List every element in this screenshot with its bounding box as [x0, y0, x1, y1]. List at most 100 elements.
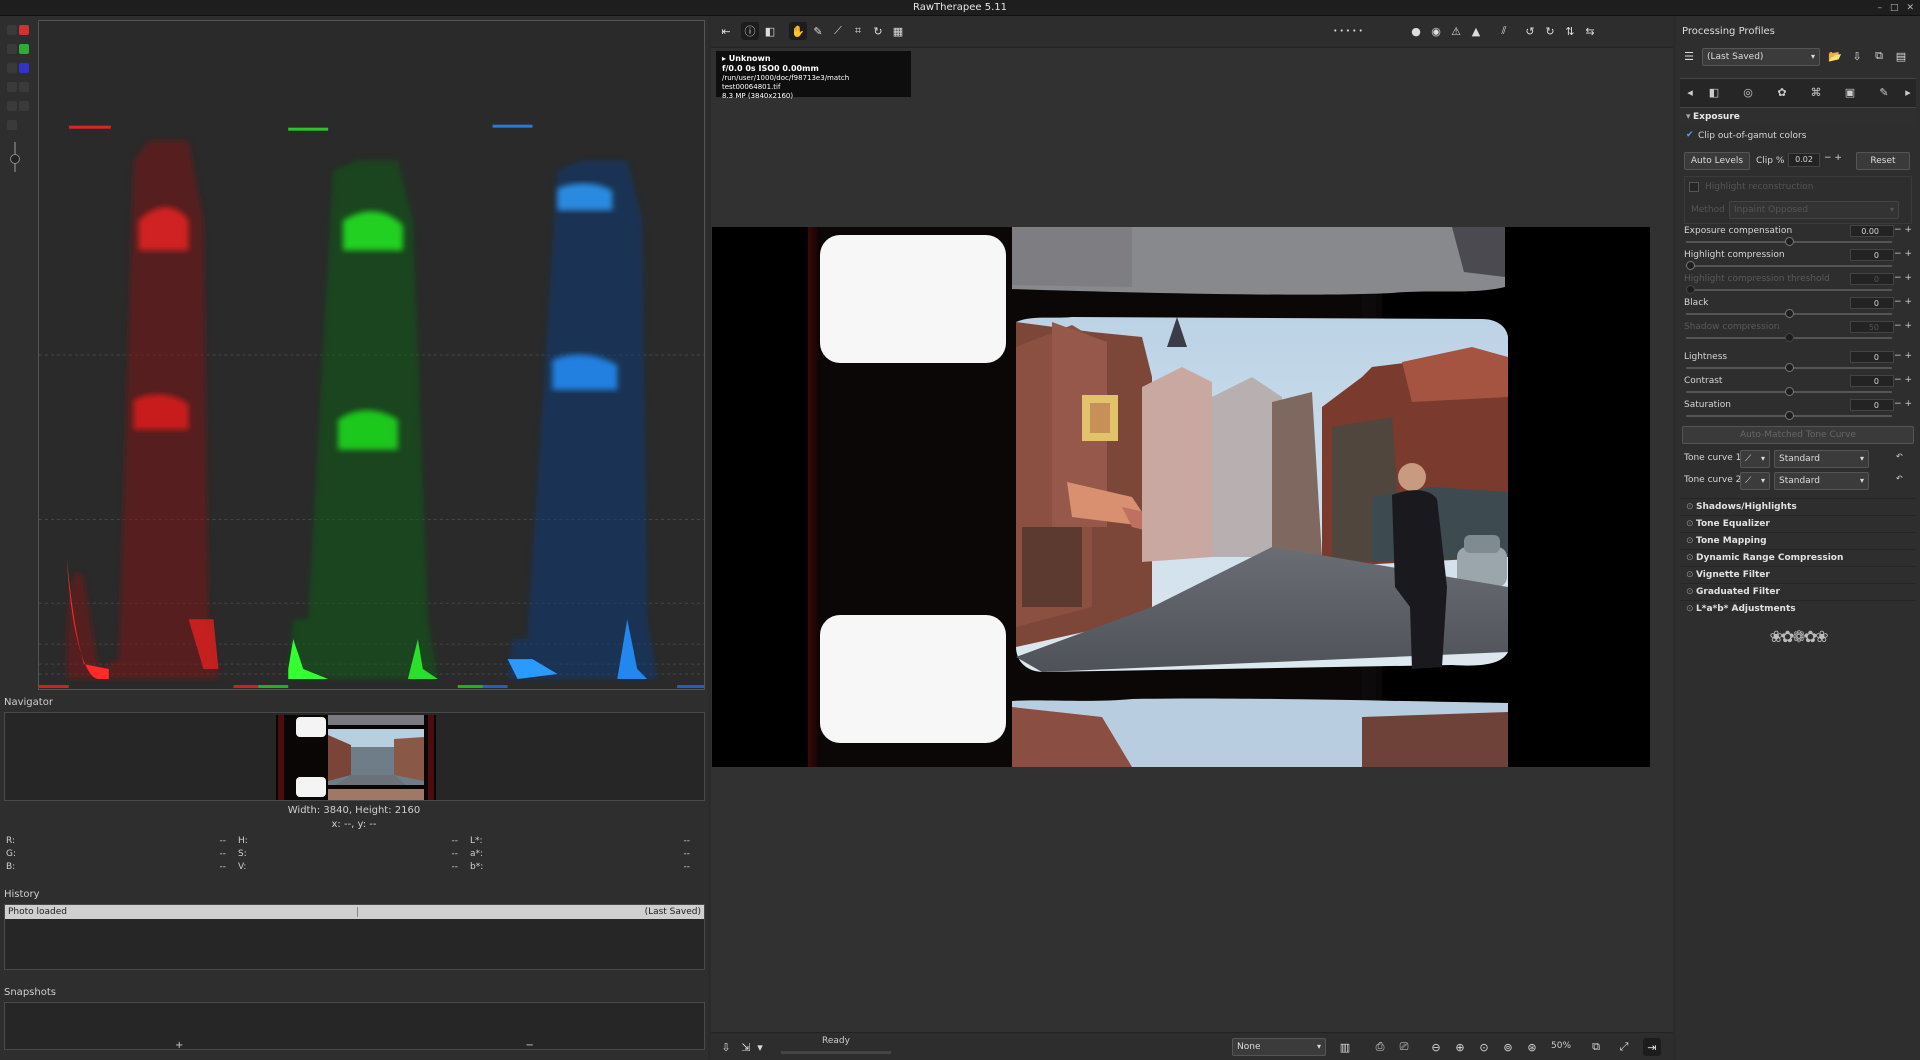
slider-value-input[interactable]: 0: [1850, 351, 1894, 363]
slider-knob[interactable]: [1784, 387, 1794, 396]
white-balance-picker-icon[interactable]: ✎: [809, 22, 827, 40]
lab-adjustments-section[interactable]: ⊙ L*a*b* Adjustments: [1680, 600, 1916, 617]
history-item[interactable]: Photo loaded (Last Saved): [5, 905, 704, 919]
minimize-button[interactable]: –: [1877, 0, 1882, 16]
slider-value-input[interactable]: 0: [1850, 297, 1894, 309]
slider-knob[interactable]: [1686, 261, 1695, 270]
slider-knob[interactable]: [1784, 333, 1794, 342]
tab-next-icon[interactable]: ▸: [1900, 86, 1916, 102]
slider-value-input[interactable]: 0: [1850, 399, 1894, 411]
luminance-toggle[interactable]: [7, 44, 17, 54]
check-icon[interactable]: ✔: [1686, 130, 1694, 140]
photo-preview[interactable]: [712, 227, 1650, 767]
tab-color-icon[interactable]: ✿: [1774, 86, 1790, 102]
info-icon[interactable]: ⓘ: [741, 22, 759, 40]
clip-minus-plus[interactable]: − +: [1824, 153, 1842, 163]
tab-detail-icon[interactable]: ◎: [1740, 86, 1756, 102]
paste-profile-icon[interactable]: ▤: [1892, 47, 1910, 65]
mode-icon[interactable]: [19, 101, 29, 111]
slider-knob[interactable]: [1784, 411, 1794, 420]
slider-stepper[interactable]: − +: [1894, 399, 1912, 409]
zoom-fit-icon[interactable]: ⊙: [1475, 1038, 1493, 1056]
green-channel-toggle[interactable]: [19, 44, 29, 54]
slider-stepper[interactable]: − +: [1894, 225, 1912, 235]
slider-stepper[interactable]: − +: [1894, 375, 1912, 385]
slider-knob[interactable]: [1686, 285, 1695, 294]
open-profile-icon[interactable]: 📂: [1826, 47, 1844, 65]
slider-knob[interactable]: [1784, 309, 1794, 318]
raw-toggle[interactable]: [7, 82, 17, 92]
red-channel-toggle[interactable]: [19, 25, 29, 35]
navigator-thumbnail[interactable]: [276, 715, 436, 800]
histogram-icon[interactable]: ⫽: [1495, 22, 1513, 40]
profile-menu-icon[interactable]: ☰: [1680, 47, 1698, 65]
slider-stepper[interactable]: − +: [1894, 297, 1912, 307]
auto-levels-button[interactable]: Auto Levels: [1684, 152, 1750, 170]
clip-indicator-icon[interactable]: ◉: [1427, 22, 1445, 40]
tab-raw-icon[interactable]: ✎: [1876, 86, 1892, 102]
zoom-fill-icon[interactable]: ⊛: [1523, 1038, 1541, 1056]
highlight-recon-checkbox[interactable]: [1689, 182, 1699, 192]
toggle-icon[interactable]: ⊙: [1686, 499, 1696, 516]
toggle-icon[interactable]: ⊙: [1686, 584, 1696, 601]
slider-value-input[interactable]: 50: [1850, 321, 1894, 333]
dynamic-range-compression-section[interactable]: ⊙ Dynamic Range Compression: [1680, 549, 1916, 566]
toggle-icon[interactable]: ⊙: [1686, 601, 1696, 618]
tab-exposure-icon[interactable]: ◧: [1706, 86, 1722, 102]
highlight-warning-icon[interactable]: ▲: [1467, 22, 1485, 40]
tone-mapping-section[interactable]: ⊙ Tone Mapping: [1680, 532, 1916, 549]
grid-icon[interactable]: ▦: [889, 22, 907, 40]
new-window-icon[interactable]: ⧉: [1587, 1038, 1605, 1056]
tab-prev-icon[interactable]: ◂: [1682, 86, 1698, 102]
exposure-header[interactable]: ▾ Exposure: [1680, 108, 1916, 126]
tone-curve-2-button[interactable]: ⟋ ▾: [1740, 472, 1770, 490]
tone-curve-1-mode[interactable]: Standard ▾: [1774, 450, 1869, 468]
flip-vertical-icon[interactable]: ⇅: [1561, 22, 1579, 40]
chroma-toggle[interactable]: [7, 63, 17, 73]
zoom-out-icon[interactable]: ⊖: [1427, 1038, 1445, 1056]
rotate-icon[interactable]: ↻: [869, 22, 887, 40]
slider-stepper[interactable]: − +: [1894, 273, 1912, 283]
histogram-type-icon[interactable]: [7, 25, 17, 35]
slider-stepper[interactable]: − +: [1894, 351, 1912, 361]
toggle-icon[interactable]: ⊙: [1686, 516, 1696, 533]
reset-curve-icon[interactable]: ↶: [1896, 474, 1903, 483]
queue-icon[interactable]: ⇲: [737, 1038, 755, 1056]
blue-channel-toggle[interactable]: [19, 63, 29, 73]
close-button[interactable]: ✕: [1906, 0, 1914, 16]
slider-value-input[interactable]: 0: [1850, 249, 1894, 261]
trace-icon[interactable]: [7, 120, 17, 130]
clip-gamut-row[interactable]: ✔ Clip out-of-gamut colors: [1680, 126, 1916, 148]
before-after-icon[interactable]: ◧: [761, 22, 779, 40]
gamut-check-icon[interactable]: ⎚: [1395, 1038, 1413, 1056]
slider-value-input[interactable]: 0: [1850, 375, 1894, 387]
profile-select[interactable]: (Last Saved) ▾: [1702, 48, 1820, 66]
reset-curve-icon[interactable]: ↶: [1896, 452, 1903, 461]
fullscreen-icon[interactable]: ⤢: [1615, 1038, 1633, 1056]
save-icon[interactable]: ⇩: [717, 1038, 735, 1056]
slider-stepper[interactable]: − +: [1894, 249, 1912, 259]
brightness-slider[interactable]: [10, 142, 20, 172]
clip-percent-input[interactable]: 0.02: [1788, 153, 1820, 167]
copy-profile-icon[interactable]: ⧉: [1870, 47, 1888, 65]
auto-matched-tone-curve-button[interactable]: Auto-Matched Tone Curve: [1682, 426, 1914, 444]
slider-track[interactable]: [1686, 289, 1892, 291]
queue-dropdown-icon[interactable]: ▾: [755, 1038, 765, 1056]
slider-knob[interactable]: [1784, 363, 1794, 372]
history-list[interactable]: Photo loaded (Last Saved): [4, 904, 705, 970]
bar-toggle[interactable]: [19, 82, 29, 92]
slider-value-input[interactable]: 0.00: [1850, 225, 1894, 237]
save-profile-icon[interactable]: ⇩: [1848, 47, 1866, 65]
reset-button[interactable]: Reset: [1856, 152, 1910, 170]
zoom-100-icon[interactable]: ⊚: [1499, 1038, 1517, 1056]
intent-icon[interactable]: ▥: [1336, 1038, 1354, 1056]
slider-stepper[interactable]: − +: [1894, 321, 1912, 331]
tab-transform-icon[interactable]: ▣: [1842, 86, 1858, 102]
toggle-icon[interactable]: ⊙: [1686, 567, 1696, 584]
toggle-icon[interactable]: ⊙: [1686, 550, 1696, 567]
navigator-preview[interactable]: [4, 712, 705, 801]
slider-track[interactable]: [1686, 265, 1892, 267]
rotate-right-icon[interactable]: ↻: [1541, 22, 1559, 40]
straighten-icon[interactable]: ⟋: [829, 22, 847, 40]
hide-left-panel-icon[interactable]: ⇤: [717, 22, 735, 40]
